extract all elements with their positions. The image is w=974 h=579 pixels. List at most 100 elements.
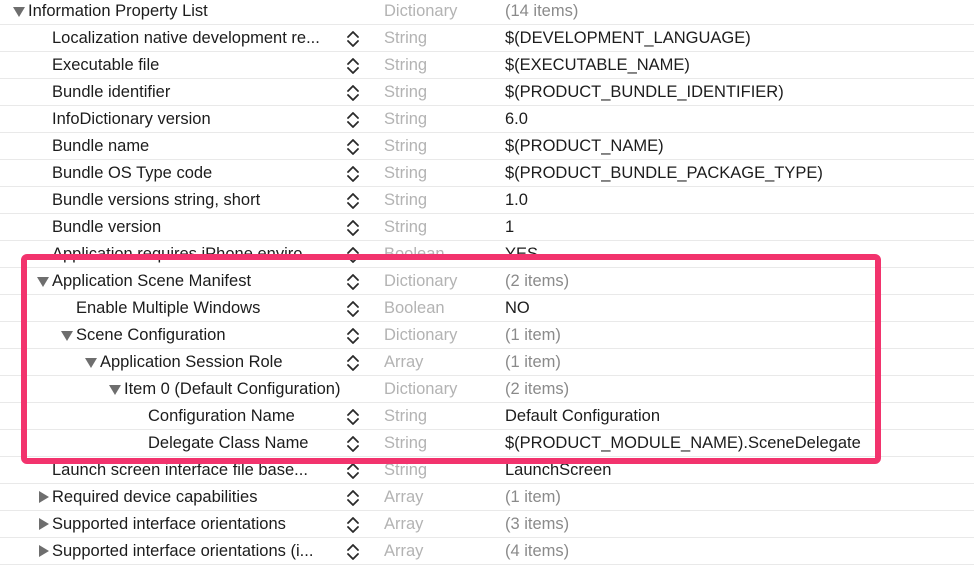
- plist-row[interactable]: Bundle name String $(PRODUCT_NAME): [0, 133, 974, 160]
- row-key[interactable]: Required device capabilities: [36, 484, 340, 511]
- row-key[interactable]: Bundle name: [36, 133, 340, 160]
- row-value[interactable]: LaunchScreen: [505, 457, 611, 484]
- plist-row[interactable]: Application requires iPhone enviro... Boo…: [0, 241, 974, 268]
- plist-row[interactable]: Bundle version String 1: [0, 214, 974, 241]
- row-key[interactable]: Launch screen interface file base...: [36, 457, 340, 484]
- row-value[interactable]: 1.0: [505, 187, 528, 214]
- key-picker-chevrons-icon[interactable]: [345, 322, 361, 349]
- row-key[interactable]: Supported interface orientations (i...: [36, 538, 340, 565]
- row-key[interactable]: Bundle version: [36, 214, 340, 241]
- key-picker-chevrons-icon[interactable]: [345, 538, 361, 565]
- row-key[interactable]: Enable Multiple Windows: [60, 295, 340, 322]
- row-value[interactable]: NO: [505, 295, 530, 322]
- key-picker-chevrons-icon[interactable]: [345, 457, 361, 484]
- row-key[interactable]: Configuration Name: [132, 403, 340, 430]
- key-picker-chevrons-icon[interactable]: [345, 52, 361, 79]
- plist-row[interactable]: Application Scene Manifest Dictionary (2 i…: [0, 268, 974, 295]
- row-type[interactable]: String: [384, 214, 427, 241]
- plist-row[interactable]: Information Property List Dictionary (14 i…: [0, 0, 974, 25]
- row-key[interactable]: Scene Configuration: [60, 322, 340, 349]
- key-picker-chevrons-icon[interactable]: [345, 241, 361, 268]
- row-type[interactable]: String: [384, 106, 427, 133]
- disclosure-collapsed-icon[interactable]: [36, 484, 52, 511]
- key-picker-chevrons-icon[interactable]: [345, 133, 361, 160]
- plist-row[interactable]: Enable Multiple Windows Boolean NO: [0, 295, 974, 322]
- row-value[interactable]: $(EXECUTABLE_NAME): [505, 52, 690, 79]
- key-picker-chevrons-icon[interactable]: [345, 511, 361, 538]
- row-type[interactable]: Array: [384, 349, 423, 376]
- row-type[interactable]: Dictionary: [384, 0, 457, 25]
- key-picker-chevrons-icon[interactable]: [345, 295, 361, 322]
- row-type[interactable]: String: [384, 187, 427, 214]
- row-type[interactable]: String: [384, 403, 427, 430]
- row-key[interactable]: InfoDictionary version: [36, 106, 340, 133]
- key-picker-chevrons-icon[interactable]: [345, 106, 361, 133]
- row-type[interactable]: String: [384, 79, 427, 106]
- disclosure-expanded-icon[interactable]: [60, 322, 76, 349]
- row-key[interactable]: Bundle versions string, short: [36, 187, 340, 214]
- key-picker-chevrons-icon[interactable]: [345, 160, 361, 187]
- row-type[interactable]: Array: [384, 538, 423, 565]
- row-type[interactable]: String: [384, 457, 427, 484]
- key-picker-chevrons-icon[interactable]: [345, 268, 361, 295]
- key-picker-chevrons-icon[interactable]: [345, 79, 361, 106]
- plist-row[interactable]: InfoDictionary version String 6.0: [0, 106, 974, 133]
- row-type[interactable]: Dictionary: [384, 322, 457, 349]
- row-key[interactable]: Application Session Role: [84, 349, 340, 376]
- plist-row[interactable]: Delegate Class Name String $(PRODUCT_MODUL…: [0, 430, 974, 457]
- key-picker-chevrons-icon[interactable]: [345, 187, 361, 214]
- disclosure-expanded-icon[interactable]: [84, 349, 100, 376]
- key-picker-chevrons-icon[interactable]: [345, 430, 361, 457]
- row-type[interactable]: String: [384, 133, 427, 160]
- plist-row[interactable]: Bundle OS Type code String $(PRODUCT_BUNDL…: [0, 160, 974, 187]
- plist-row[interactable]: Bundle versions string, short String 1.0: [0, 187, 974, 214]
- plist-row[interactable]: Bundle identifier String $(PRODUCT_BUNDLE_…: [0, 79, 974, 106]
- row-key[interactable]: Executable file: [36, 52, 340, 79]
- row-value[interactable]: $(DEVELOPMENT_LANGUAGE): [505, 25, 751, 52]
- row-key[interactable]: Localization native development re...: [36, 25, 340, 52]
- plist-row[interactable]: Launch screen interface file base... Stri…: [0, 457, 974, 484]
- row-value[interactable]: $(PRODUCT_BUNDLE_PACKAGE_TYPE): [505, 160, 823, 187]
- plist-row[interactable]: Supported interface orientations (i... Ar…: [0, 538, 974, 565]
- row-key[interactable]: Supported interface orientations: [36, 511, 340, 538]
- row-key[interactable]: Application Scene Manifest: [36, 268, 340, 295]
- disclosure-expanded-icon[interactable]: [108, 376, 124, 403]
- row-value[interactable]: $(PRODUCT_BUNDLE_IDENTIFIER): [505, 79, 784, 106]
- plist-row[interactable]: Required device capabilities Array (1 item…: [0, 484, 974, 511]
- plist-row[interactable]: Configuration Name String Default Configur…: [0, 403, 974, 430]
- row-value[interactable]: Default Configuration: [505, 403, 660, 430]
- row-type[interactable]: Boolean: [384, 241, 445, 268]
- row-value[interactable]: YES: [505, 241, 538, 268]
- row-type[interactable]: String: [384, 25, 427, 52]
- row-key[interactable]: Application requires iPhone enviro...: [36, 241, 340, 268]
- plist-row[interactable]: Scene Configuration Dictionary (1 item): [0, 322, 974, 349]
- disclosure-expanded-icon[interactable]: [12, 0, 28, 25]
- row-key[interactable]: Bundle identifier: [36, 79, 340, 106]
- row-type[interactable]: String: [384, 52, 427, 79]
- row-key[interactable]: Delegate Class Name: [132, 430, 340, 457]
- plist-row[interactable]: Executable file String $(EXECUTABLE_NAME): [0, 52, 974, 79]
- plist-row[interactable]: Application Session Role Array (1 item): [0, 349, 974, 376]
- key-picker-chevrons-icon[interactable]: [345, 484, 361, 511]
- row-key[interactable]: Item 0 (Default Configuration): [108, 376, 340, 403]
- disclosure-collapsed-icon[interactable]: [36, 538, 52, 565]
- row-type[interactable]: String: [384, 160, 427, 187]
- row-type[interactable]: Array: [384, 484, 423, 511]
- row-type[interactable]: Array: [384, 511, 423, 538]
- key-picker-chevrons-icon[interactable]: [345, 214, 361, 241]
- row-value[interactable]: $(PRODUCT_MODULE_NAME).SceneDelegate: [505, 430, 861, 457]
- disclosure-collapsed-icon[interactable]: [36, 511, 52, 538]
- key-picker-chevrons-icon[interactable]: [345, 349, 361, 376]
- row-value[interactable]: 6.0: [505, 106, 528, 133]
- row-value[interactable]: 1: [505, 214, 514, 241]
- plist-row[interactable]: Item 0 (Default Configuration) Dictionary…: [0, 376, 974, 403]
- row-type[interactable]: Dictionary: [384, 268, 457, 295]
- row-type[interactable]: Boolean: [384, 295, 445, 322]
- row-value[interactable]: $(PRODUCT_NAME): [505, 133, 664, 160]
- row-key[interactable]: Information Property List: [12, 0, 340, 25]
- key-picker-chevrons-icon[interactable]: [345, 403, 361, 430]
- plist-row[interactable]: Localization native development re... Str…: [0, 25, 974, 52]
- key-picker-chevrons-icon[interactable]: [345, 25, 361, 52]
- row-key[interactable]: Bundle OS Type code: [36, 160, 340, 187]
- row-type[interactable]: Dictionary: [384, 376, 457, 403]
